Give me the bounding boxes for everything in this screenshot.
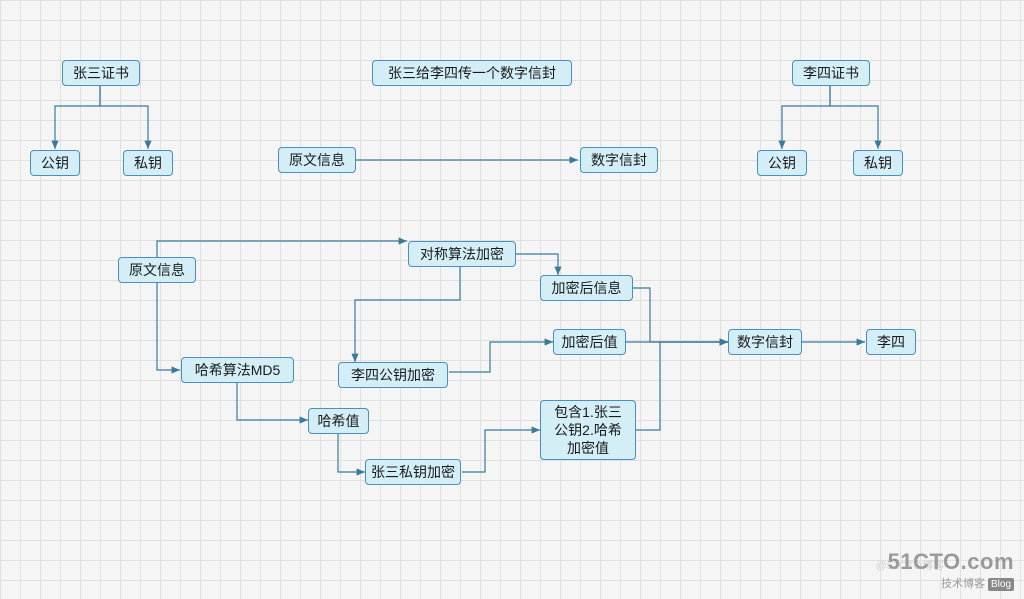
- watermark: 51CTO.com 技术博客Blog: [888, 549, 1014, 591]
- node-zs-priv: 私钥: [123, 150, 173, 176]
- node-ls-priv: 私钥: [853, 150, 903, 176]
- node-ls-pub: 公钥: [757, 150, 807, 176]
- node-bundle: 包含1.张三 公钥2.哈希 加密值: [540, 400, 636, 460]
- node-env-top: 数字信封: [580, 147, 658, 173]
- node-enc-val: 加密后值: [553, 329, 626, 355]
- node-hash: 哈希值: [308, 408, 369, 434]
- node-md5: 哈希算法MD5: [181, 357, 294, 383]
- node-zs-pub: 公钥: [30, 150, 80, 176]
- node-enc-info: 加密后信息: [540, 275, 633, 301]
- node-envelope: 数字信封: [728, 329, 802, 355]
- watermark-logo: 51CTO.com: [888, 549, 1014, 575]
- node-title: 张三给李四传一个数字信封: [372, 60, 572, 86]
- node-ls-pub-enc: 李四公钥加密: [338, 362, 448, 388]
- node-ls-cert: 李四证书: [792, 60, 870, 86]
- node-zs-priv-enc: 张三私钥加密: [365, 459, 461, 485]
- node-lisi: 李四: [866, 329, 916, 355]
- node-zs-cert: 张三证书: [62, 60, 140, 86]
- node-plain-top: 原文信息: [278, 147, 356, 173]
- watermark-sub: 技术博客Blog: [888, 575, 1014, 591]
- node-sym-enc: 对称算法加密: [408, 241, 516, 267]
- diagram-edges: [0, 0, 1024, 599]
- node-plain: 原文信息: [118, 257, 196, 283]
